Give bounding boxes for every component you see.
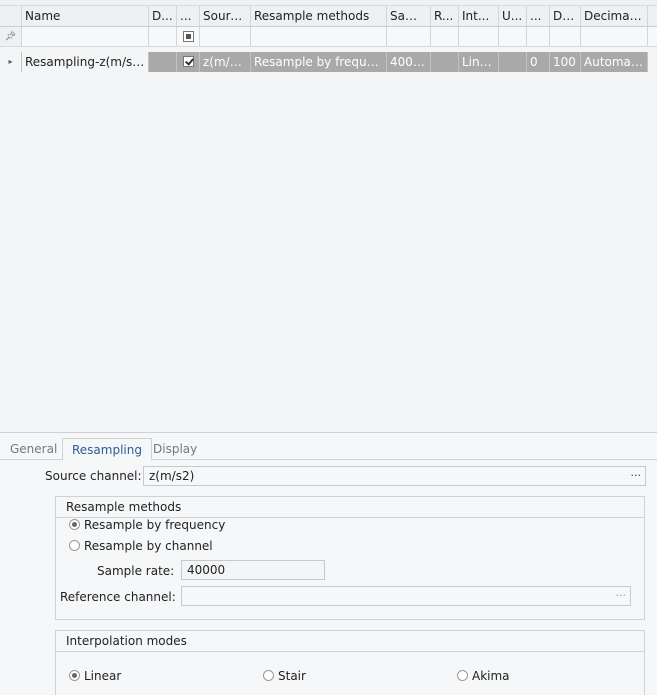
tab-bar: General Resampling Display [0,438,657,461]
filter-cell-enabled[interactable] [177,27,200,46]
radio-interp-linear-label: Linear [84,669,122,683]
resample-methods-title: Resample methods [66,500,182,514]
radio-off-icon[interactable] [263,670,274,681]
row-cell-sample[interactable]: 40000 [387,52,431,72]
source-channel-field[interactable]: z(m/s2) ··· [143,466,646,486]
filter-cell-u[interactable] [499,27,527,46]
radio-on-icon[interactable] [69,670,80,681]
row-cell-method[interactable]: Resample by frequency [251,52,387,72]
filter-indicator-cell: 📌︎ [0,27,22,46]
radio-interp-akima[interactable]: Akima [457,668,510,684]
column-header-resample-methods[interactable]: Resample methods [251,6,387,26]
column-header-sample[interactable]: Sam... [387,6,431,26]
column-header-u[interactable]: U... [499,6,527,26]
column-header-col10[interactable]: ... [527,6,550,26]
filter-cell-di[interactable] [550,27,581,46]
row-cell-enabled[interactable] [177,52,200,72]
table-row[interactable]: ▸ Resampling-z(m/s2)-1 z(m/s2) Resample … [0,52,648,72]
column-header-enabled[interactable]: ... [177,6,200,26]
sample-rate-input[interactable]: 40000 [181,560,325,580]
row-enabled-checkbox[interactable] [182,56,194,67]
group-divider [56,651,644,652]
column-header-source[interactable]: Sourc... [200,6,251,26]
filter-cell-r[interactable] [431,27,459,46]
radio-interp-linear[interactable]: Linear [69,668,121,684]
column-header-d[interactable]: D... [149,6,177,26]
filter-cell-source[interactable] [200,27,251,46]
row-indicator-cell[interactable]: ▸ [0,52,22,72]
row-cell-r[interactable] [431,52,459,72]
radio-interp-stair-label: Stair [278,669,306,683]
row-cell-di[interactable]: 100 [550,52,581,72]
interpolation-modes-title: Interpolation modes [66,634,187,648]
resample-methods-group: Resample methods Resample by frequency R… [55,496,645,620]
column-header-name[interactable]: Name [22,6,149,26]
filter-cell-col10[interactable] [527,27,550,46]
row-cell-name[interactable]: Resampling-z(m/s2)-1 [22,52,149,72]
filter-checkbox-icon[interactable] [182,31,194,42]
row-cell-interp[interactable]: Linear [459,52,499,72]
row-cell-d[interactable] [149,52,177,72]
radio-interp-stair[interactable]: Stair [263,668,306,684]
splitter-line [0,432,657,433]
sample-rate-label: Sample rate: [97,564,175,578]
grid-filter-row: 📌︎ [0,27,657,47]
pin-icon: 📌︎ [4,32,17,42]
radio-interp-akima-label: Akima [472,669,510,683]
radio-off-icon[interactable] [69,540,80,551]
column-header-r[interactable]: R... [431,6,459,26]
tab-display[interactable]: Display [144,438,206,460]
row-cell-decimal[interactable]: Automatic [581,52,648,72]
row-arrow-icon: ▸ [8,57,13,66]
source-channel-browse-button[interactable]: ··· [631,467,642,485]
radio-resample-by-channel-label: Resample by channel [84,539,213,553]
radio-off-icon[interactable] [457,670,468,681]
column-header-di[interactable]: Di... [550,6,581,26]
radio-resample-by-frequency[interactable]: Resample by frequency [69,517,225,533]
reference-channel-browse-button[interactable]: ··· [616,587,627,605]
interpolation-modes-group: Interpolation modes Linear Stair Akima [55,630,645,695]
reference-channel-field[interactable]: ··· [181,586,631,606]
channel-grid: Name D... ... Sourc... Resample methods … [0,0,657,432]
filter-cell-name[interactable] [22,27,149,46]
filter-cell-interp[interactable] [459,27,499,46]
tab-resampling[interactable]: Resampling [62,438,152,461]
filter-cell-method[interactable] [251,27,387,46]
source-channel-value: z(m/s2) [149,469,195,483]
radio-resample-by-frequency-label: Resample by frequency [84,518,226,532]
column-header-interpolation[interactable]: Int... [459,6,499,26]
header-indicator-cell [0,6,22,26]
row-cell-source[interactable]: z(m/s2) [200,52,251,72]
reference-channel-label: Reference channel: [60,590,176,604]
tab-general[interactable]: General [1,438,66,460]
filter-cell-d[interactable] [149,27,177,46]
grid-header-row: Name D... ... Sourc... Resample methods … [0,6,657,27]
radio-resample-by-channel[interactable]: Resample by channel [69,538,213,554]
radio-on-icon[interactable] [69,519,80,530]
row-cell-u[interactable] [499,52,527,72]
row-cell-col10[interactable]: 0 [527,52,550,72]
source-channel-label: Source channel: [45,469,142,483]
column-header-decimal[interactable]: Decimal ... [581,6,648,26]
filter-cell-sample[interactable] [387,27,431,46]
filter-cell-decimal[interactable] [581,27,648,46]
